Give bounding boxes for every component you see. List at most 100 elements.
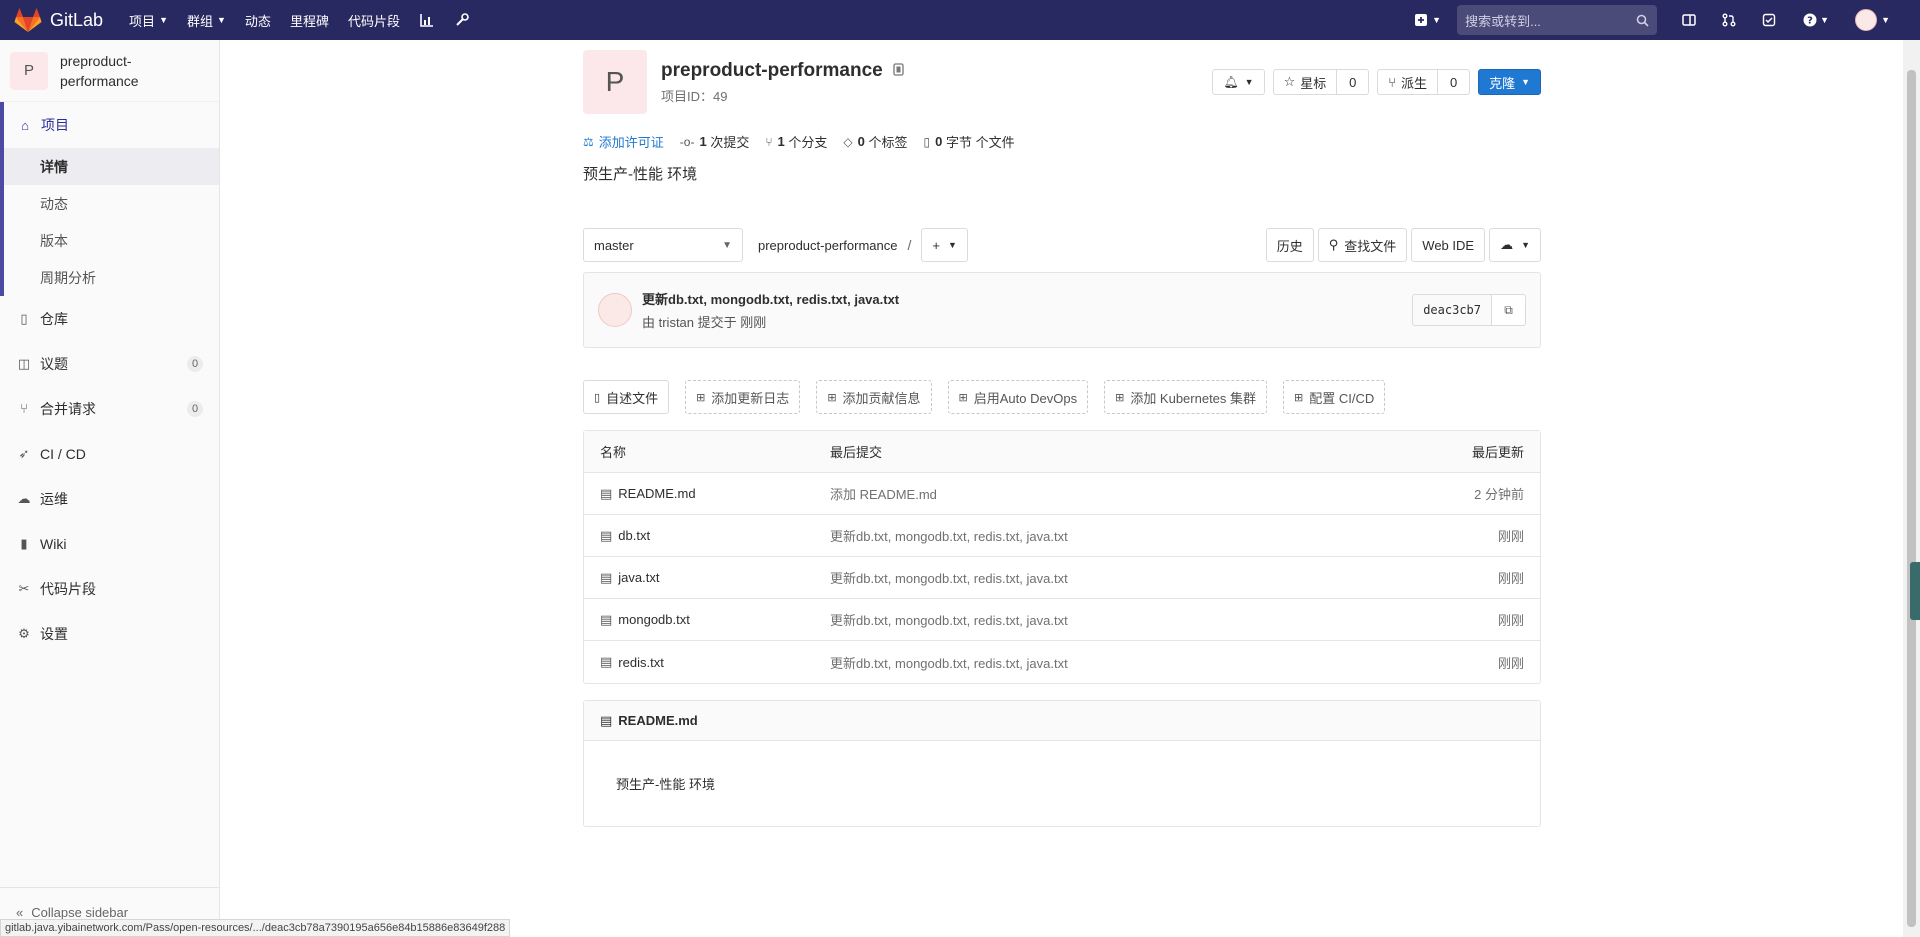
star-count[interactable]: 0 [1337, 69, 1370, 95]
side-panel-tab[interactable] [1910, 562, 1920, 620]
readme-title[interactable]: README.md [618, 713, 697, 728]
commits-stat[interactable]: -o- 1 次提交 [680, 132, 750, 151]
sidebar-project-header[interactable]: P preproduct-performance [0, 40, 219, 102]
breadcrumb-root[interactable]: preproduct-performance [758, 238, 897, 253]
readme-shortcut[interactable]: ▯ 自述文件 [583, 380, 670, 414]
nav-projects[interactable]: 项目 ▼ [129, 11, 168, 30]
star-group: ☆ 星标 0 [1272, 69, 1370, 95]
add-license-link[interactable]: ⚖ 添加许可证 [583, 132, 664, 151]
plus-icon: + [932, 237, 940, 253]
brand[interactable]: GitLab [14, 7, 103, 33]
file-last-commit[interactable]: 更新db.txt, mongodb.txt, redis.txt, java.t… [830, 610, 1324, 629]
file-last-commit[interactable]: 更新db.txt, mongodb.txt, redis.txt, java.t… [830, 653, 1324, 672]
commit-icon: -o- [679, 134, 695, 149]
file-name[interactable]: db.txt [618, 528, 650, 543]
sidebar-sub-cycle-analytics[interactable]: 周期分析 [4, 259, 219, 296]
plus-square-icon: ⊞ [827, 391, 837, 404]
commit-sha[interactable]: deac3cb7 [1412, 294, 1492, 326]
sidebar-item-repository[interactable]: ▯ 仓库 [0, 296, 219, 341]
sidebar-item-project[interactable]: ⌂ 项目 [4, 102, 219, 148]
branch-select[interactable]: master ▼ [583, 228, 743, 262]
wrench-icon[interactable] [454, 12, 470, 28]
file-name[interactable]: java.txt [618, 570, 659, 585]
add-kubernetes-shortcut[interactable]: ⊞ 添加 Kubernetes 集群 [1104, 380, 1268, 414]
sidebar-item-snippets[interactable]: ✂ 代码片段 [0, 566, 219, 611]
file-name[interactable]: mongodb.txt [618, 612, 690, 627]
scrollbar-thumb[interactable] [1907, 70, 1916, 927]
user-avatar[interactable] [1855, 9, 1878, 31]
nav-activity[interactable]: 动态 [245, 11, 271, 30]
file-icon: ▤ [600, 569, 613, 585]
fork-button[interactable]: ⑂ 派生 [1377, 69, 1439, 95]
commit-author-avatar[interactable] [598, 293, 632, 327]
add-license-label: 添加许可证 [598, 135, 664, 150]
star-button[interactable]: ☆ 星标 [1272, 69, 1338, 95]
notification-dropdown[interactable]: 🔔︎ ▼ [1212, 69, 1265, 95]
file-last-commit[interactable]: 更新db.txt, mongodb.txt, redis.txt, java.t… [830, 526, 1324, 545]
file-last-commit[interactable]: 添加 README.md [830, 484, 1324, 503]
web-ide-button[interactable]: Web IDE [1411, 228, 1486, 262]
sidebar-item-operations[interactable]: ☁ 运维 [0, 476, 219, 521]
sidebar-toggle-icon[interactable] [1681, 12, 1697, 28]
file-name[interactable]: redis.txt [618, 655, 664, 670]
commit-title[interactable]: 更新db.txt, mongodb.txt, redis.txt, java.t… [642, 289, 899, 308]
search-input[interactable]: 搜索或转到... [1457, 5, 1658, 35]
shortcut-label: 添加 Kubernetes 集群 [1130, 390, 1257, 406]
table-row[interactable]: ▤ db.txt 更新db.txt, mongodb.txt, redis.txt… [584, 515, 1540, 557]
chevron-down-icon: ▼ [217, 15, 226, 25]
tags-count: 0 [857, 134, 865, 149]
chart-icon[interactable] [419, 12, 435, 28]
branch-name: master [594, 237, 634, 253]
setup-ci-cd-shortcut[interactable]: ⊞ 配置 CI/CD [1283, 380, 1386, 414]
sidebar-sub-releases[interactable]: 版本 [4, 222, 219, 259]
sidebar-item-merge-requests[interactable]: ⑂ 合并请求 0 [0, 386, 219, 431]
main-content: P preproduct-performance 项目ID：49 🔔︎ ▼ ☆ … [583, 40, 1541, 827]
find-file-button[interactable]: ⚲ 查找文件 [1317, 228, 1408, 262]
last-commit: 更新db.txt, mongodb.txt, redis.txt, java.t… [583, 272, 1541, 348]
nav-milestones[interactable]: 里程碑 [290, 11, 329, 30]
project-actions: 🔔︎ ▼ ☆ 星标 0 ⑂ 派生 0 克隆 ▼ [1212, 69, 1541, 95]
sidebar-item-ci-cd[interactable]: ➶ CI / CD [0, 431, 219, 476]
sidebar-item-wiki[interactable]: ▮ Wiki [0, 521, 219, 566]
chevron-down-icon: ▼ [947, 240, 957, 250]
file-last-commit[interactable]: 更新db.txt, mongodb.txt, redis.txt, java.t… [830, 568, 1324, 587]
chevron-down-icon: ▼ [1521, 240, 1530, 250]
nav-snippets-label: 代码片段 [347, 13, 400, 29]
page-scrollbar[interactable] [1903, 40, 1920, 937]
fork-count[interactable]: 0 [1438, 69, 1471, 95]
todo-icon[interactable] [1761, 12, 1777, 28]
add-contributing-shortcut[interactable]: ⊞ 添加贡献信息 [816, 380, 932, 414]
add-changelog-shortcut[interactable]: ⊞ 添加更新日志 [685, 380, 801, 414]
sidebar-item-label: Wiki [40, 535, 67, 552]
file-icon: ▤ [600, 654, 613, 669]
copy-sha-button[interactable]: ⧉ [1492, 294, 1526, 326]
history-button[interactable]: 历史 [1265, 228, 1314, 262]
sidebar-item-issues[interactable]: ◫ 议题 0 [0, 341, 219, 386]
files-label: 字节 个文件 [945, 135, 1015, 150]
commits-count: 1 [699, 134, 707, 149]
branches-stat[interactable]: ⑂ 1 个分支 [765, 132, 827, 151]
sidebar-item-settings[interactable]: ⚙ 设置 [0, 611, 219, 656]
tag-icon: ◇ [843, 134, 853, 149]
enable-auto-devops-shortcut[interactable]: ⊞ 启用Auto DevOps [947, 380, 1089, 414]
clone-dropdown-button[interactable]: 克隆 ▼ [1478, 69, 1541, 95]
browser-status-bar: gitlab.java.yibainetwork.com/Pass/open-r… [0, 919, 511, 937]
table-row[interactable]: ▤ mongodb.txt 更新db.txt, mongodb.txt, redi… [584, 599, 1540, 641]
table-row[interactable]: ▤ java.txt 更新db.txt, mongodb.txt, redis.t… [584, 557, 1540, 599]
help-icon[interactable]: ? ▼ [1801, 12, 1831, 28]
readme-panel: ▤ README.md 预生产-性能 环境 [583, 700, 1541, 827]
merge-request-icon[interactable] [1721, 12, 1737, 28]
sidebar-sub-details[interactable]: 详情 [4, 148, 219, 185]
file-last-update: 刚刚 [1497, 655, 1524, 671]
file-name[interactable]: README.md [618, 486, 695, 501]
nav-groups[interactable]: 群组 ▼ [187, 11, 226, 30]
download-dropdown[interactable]: ☁ ▼ [1489, 228, 1541, 262]
sidebar-sub-activity[interactable]: 动态 [4, 185, 219, 222]
new-dropdown[interactable]: ▼ [1414, 13, 1441, 27]
tags-stat[interactable]: ◇ 0 个标签 [843, 132, 907, 151]
add-file-dropdown[interactable]: + ▼ [921, 228, 968, 262]
table-row[interactable]: ▤ README.md 添加 README.md 2 分钟前 [584, 473, 1540, 515]
table-row[interactable]: ▤ redis.txt 更新db.txt, mongodb.txt, redis.… [584, 641, 1540, 683]
project-stats: ⚖ 添加许可证 -o- 1 次提交 ⑂ 1 个分支 ◇ 0 个标签 ▯ 0 字节… [583, 132, 1541, 151]
nav-snippets[interactable]: 代码片段 [348, 11, 400, 30]
